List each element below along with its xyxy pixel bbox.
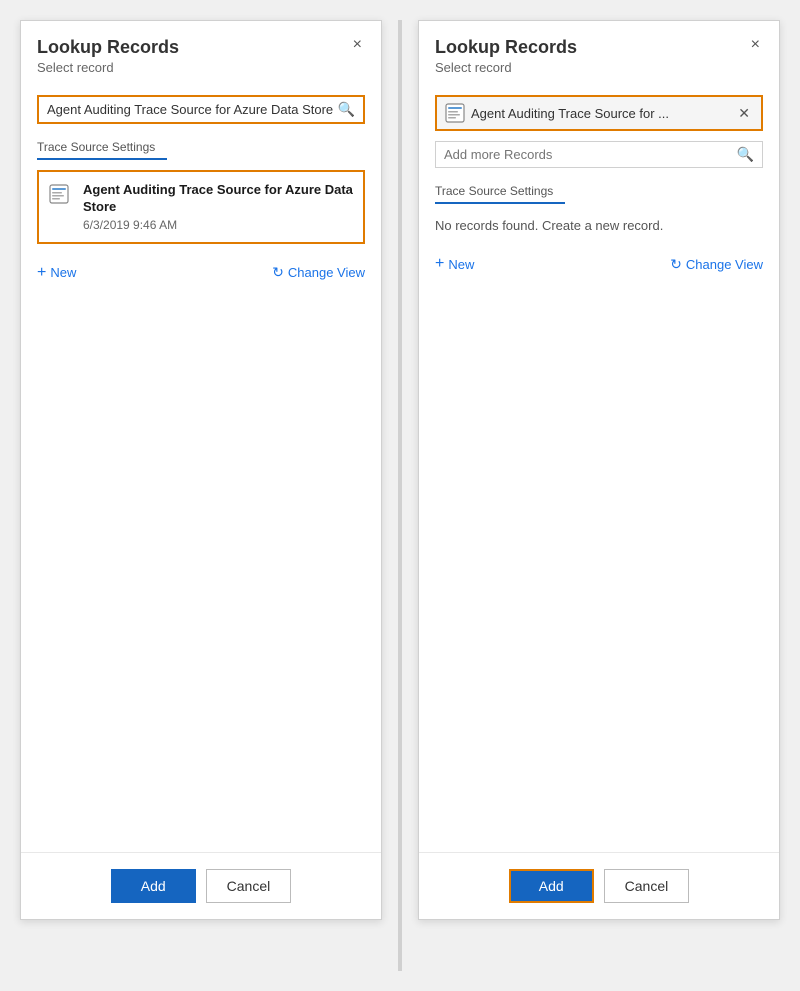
left-record-icon — [49, 184, 73, 208]
right-cancel-button[interactable]: Cancel — [604, 869, 690, 903]
left-panel: Lookup Records Select record × 🔍 Trace S… — [20, 20, 382, 920]
left-panel-close-button[interactable]: × — [348, 35, 367, 55]
right-section-underline — [435, 202, 565, 204]
left-record-item[interactable]: Agent Auditing Trace Source for Azure Da… — [37, 170, 365, 244]
panel-divider — [398, 20, 402, 971]
left-record-info: Agent Auditing Trace Source for Azure Da… — [83, 182, 353, 232]
right-panel: Lookup Records Select record × Agent Aud… — [418, 20, 780, 920]
right-change-view-label: Change View — [686, 257, 763, 272]
left-panel-subtitle: Select record — [37, 60, 365, 75]
left-add-button[interactable]: Add — [111, 869, 196, 903]
right-actions-row: + New ↻ Change View — [419, 245, 779, 283]
right-panel-header: Lookup Records Select record — [419, 21, 779, 95]
left-record-date: 6/3/2019 9:46 AM — [83, 218, 353, 232]
left-new-link[interactable]: + New — [37, 264, 76, 282]
right-change-view-icon: ↻ — [670, 256, 682, 273]
left-panel-footer: Add Cancel — [21, 852, 381, 919]
right-add-button[interactable]: Add — [509, 869, 594, 903]
left-panel-header: Lookup Records Select record — [21, 21, 381, 95]
right-new-label: New — [448, 257, 474, 272]
left-section-underline — [37, 158, 167, 160]
right-search-icon[interactable]: 🔍 — [737, 146, 754, 163]
left-plus-icon: + — [37, 264, 46, 282]
left-search-input[interactable] — [47, 102, 334, 117]
left-change-view-link[interactable]: ↻ Change View — [272, 264, 365, 281]
right-no-records-message: No records found. Create a new record. — [419, 214, 779, 245]
left-panel-title: Lookup Records — [37, 37, 365, 58]
right-panel-subtitle: Select record — [435, 60, 763, 75]
right-section-label: Trace Source Settings — [419, 184, 779, 202]
left-record-name: Agent Auditing Trace Source for Azure Da… — [83, 182, 353, 216]
left-search-icon[interactable]: 🔍 — [338, 101, 355, 118]
right-new-link[interactable]: + New — [435, 255, 474, 273]
right-tag-icon — [445, 103, 465, 123]
left-actions-row: + New ↻ Change View — [21, 254, 381, 292]
left-search-box[interactable]: 🔍 — [37, 95, 365, 124]
left-cancel-button[interactable]: Cancel — [206, 869, 292, 903]
left-change-view-label: Change View — [288, 265, 365, 280]
right-panel-title: Lookup Records — [435, 37, 763, 58]
right-add-more-input[interactable] — [444, 147, 733, 162]
right-add-more-box[interactable]: 🔍 — [435, 141, 763, 168]
right-plus-icon: + — [435, 255, 444, 273]
right-tag-text: Agent Auditing Trace Source for ... — [471, 106, 729, 121]
right-change-view-link[interactable]: ↻ Change View — [670, 256, 763, 273]
right-tag-close-button[interactable]: ✕ — [735, 105, 753, 122]
right-panel-footer: Add Cancel — [419, 852, 779, 919]
right-selected-tag[interactable]: Agent Auditing Trace Source for ... ✕ — [435, 95, 763, 131]
left-change-view-icon: ↻ — [272, 264, 284, 281]
left-new-label: New — [50, 265, 76, 280]
right-panel-close-button[interactable]: × — [746, 35, 765, 55]
left-section-label: Trace Source Settings — [21, 140, 381, 158]
